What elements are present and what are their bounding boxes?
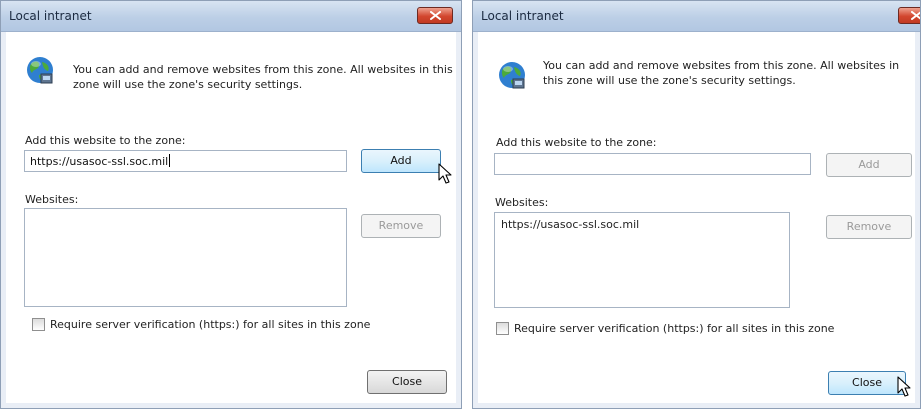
zone-intro-text: You can add and remove websites from thi… — [543, 59, 900, 87]
add-button[interactable]: Add — [361, 149, 441, 173]
dialog-client-area: You can add and remove websites from thi… — [6, 32, 456, 403]
close-icon — [430, 11, 441, 20]
require-https-checkbox[interactable] — [496, 322, 509, 335]
mouse-cursor-icon — [438, 163, 452, 184]
dialog-client-area: You can add and remove websites from thi… — [478, 32, 915, 403]
local-intranet-dialog-after: Local intranet You can add and remove we… — [472, 0, 921, 409]
close-icon — [911, 11, 920, 20]
add-button[interactable]: Add — [826, 153, 912, 177]
remove-button[interactable]: Remove — [361, 214, 441, 238]
remove-button[interactable]: Remove — [826, 215, 912, 239]
screenshot-stage: Local intranet You can add and remove we… — [0, 0, 921, 409]
add-website-label: Add this website to the zone: — [496, 136, 657, 149]
text-caret — [169, 154, 171, 167]
window-close-button[interactable] — [417, 7, 453, 24]
dialog-title: Local intranet — [481, 9, 564, 23]
mouse-cursor-icon — [897, 376, 911, 397]
add-website-input-value: https://usasoc-ssl.soc.mil — [30, 155, 169, 168]
title-bar[interactable]: Local intranet — [1, 1, 461, 32]
websites-label: Websites: — [495, 196, 549, 209]
add-website-input[interactable]: https://usasoc-ssl.soc.mil — [24, 150, 347, 172]
title-bar[interactable]: Local intranet — [473, 1, 920, 32]
require-https-label[interactable]: Require server verification (https:) for… — [514, 322, 834, 335]
close-button[interactable]: Close — [828, 371, 906, 395]
websites-list[interactable] — [24, 208, 347, 307]
dialog-title: Local intranet — [9, 9, 92, 23]
globe-icon — [27, 57, 53, 84]
require-https-label[interactable]: Require server verification (https:) for… — [50, 318, 370, 331]
close-button[interactable]: Close — [367, 370, 447, 394]
websites-label: Websites: — [25, 193, 79, 206]
add-website-input[interactable] — [494, 153, 811, 175]
websites-list[interactable]: https://usasoc-ssl.soc.mil — [494, 212, 790, 308]
globe-icon — [499, 62, 525, 89]
local-intranet-dialog-before: Local intranet You can add and remove we… — [0, 0, 462, 409]
require-https-checkbox[interactable] — [32, 318, 45, 331]
websites-list-item[interactable]: https://usasoc-ssl.soc.mil — [501, 218, 639, 231]
window-close-button[interactable] — [898, 7, 920, 24]
zone-intro-text: You can add and remove websites from thi… — [73, 63, 453, 91]
add-website-label: Add this website to the zone: — [25, 134, 186, 147]
